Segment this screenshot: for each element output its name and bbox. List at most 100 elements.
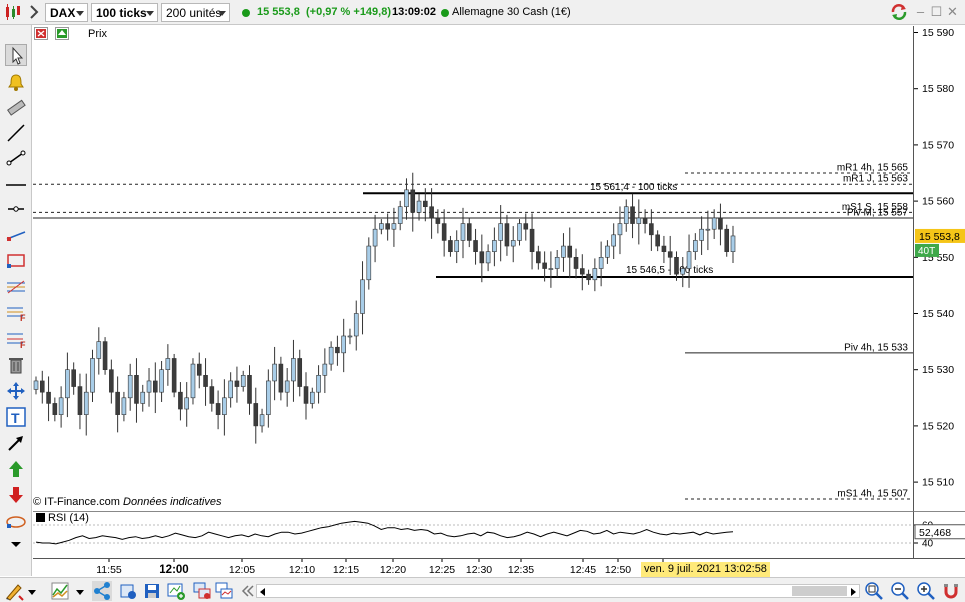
candle-down[interactable] <box>247 375 252 404</box>
candle-down[interactable] <box>542 262 547 269</box>
candle-down[interactable] <box>209 386 215 404</box>
candle-down[interactable] <box>479 251 485 264</box>
candle-down[interactable] <box>115 391 120 415</box>
candle-up[interactable] <box>165 358 171 370</box>
horizontal-line-icon[interactable] <box>5 174 27 196</box>
candle-up[interactable] <box>83 391 89 415</box>
candle-up[interactable] <box>379 223 384 230</box>
layout-windows-icon[interactable] <box>192 581 212 601</box>
maximize-icon[interactable]: ☐ <box>930 5 943 18</box>
scroll-back-icon[interactable] <box>238 581 258 601</box>
candle-down[interactable] <box>536 251 541 264</box>
candle-down[interactable] <box>573 257 579 269</box>
candle-up[interactable] <box>360 279 365 314</box>
candle-up[interactable] <box>623 206 629 224</box>
candle-down[interactable] <box>134 375 139 404</box>
candle-up[interactable] <box>184 397 190 410</box>
rsi-legend[interactable]: RSI (14) <box>36 512 89 524</box>
rsi-line[interactable] <box>35 520 734 545</box>
candle-down[interactable] <box>529 228 535 252</box>
candle-up[interactable] <box>492 240 497 252</box>
chart-type-icon[interactable] <box>4 3 22 21</box>
channel-tool-icon[interactable] <box>5 224 27 246</box>
candle-up[interactable] <box>730 235 736 252</box>
candle-down[interactable] <box>523 223 529 230</box>
candle-down[interactable] <box>215 403 221 415</box>
candle-up[interactable] <box>240 375 246 387</box>
units-select[interactable]: 200 unités <box>161 3 230 22</box>
candle-down[interactable] <box>52 403 58 415</box>
candle-down[interactable] <box>724 228 730 252</box>
candle-up[interactable] <box>699 228 704 241</box>
candle-up[interactable] <box>711 217 717 230</box>
magnet-icon[interactable] <box>941 581 961 601</box>
close-icon[interactable]: ✕ <box>946 5 959 18</box>
candle-down[interactable] <box>196 363 202 376</box>
alert-bell-icon[interactable] <box>5 71 27 93</box>
candle-down[interactable] <box>203 375 208 387</box>
candle-up[interactable] <box>416 200 422 213</box>
candle-down[interactable] <box>410 189 416 213</box>
candle-up[interactable] <box>605 245 610 258</box>
candle-up[interactable] <box>498 223 503 241</box>
candle-down[interactable] <box>335 346 340 354</box>
candle-up[interactable] <box>485 251 491 264</box>
candle-down[interactable] <box>171 358 177 393</box>
horizontal-segment-icon[interactable] <box>5 198 27 220</box>
time-axis[interactable]: 11:55 12:00 12:05 12:10 12:15 12:20 12:25 12:30… <box>33 558 965 576</box>
scroll-right-icon[interactable] <box>851 588 856 596</box>
candle-up[interactable] <box>680 268 686 275</box>
candle-up[interactable] <box>328 346 334 365</box>
price-axis[interactable]: 15 590 15 580 15 570 15 560 15 550 15 540 15 5… <box>913 26 965 511</box>
fibonacci-extension-icon[interactable]: F <box>5 328 27 350</box>
indicator-menu-icon[interactable] <box>55 27 69 40</box>
candle-up[interactable] <box>58 397 64 415</box>
share-icon[interactable] <box>92 581 112 601</box>
candle-down[interactable] <box>649 223 654 236</box>
candle-up[interactable] <box>705 228 711 231</box>
candle-down[interactable] <box>153 380 158 393</box>
candle-up[interactable] <box>397 206 403 224</box>
candle-up[interactable] <box>353 313 359 337</box>
toolbox-scroll-down-icon[interactable] <box>5 533 27 555</box>
pointer-tool-icon[interactable] <box>5 44 27 66</box>
refresh-icon[interactable] <box>890 3 908 21</box>
indicator-menu-caret-icon[interactable] <box>74 581 86 601</box>
candle-up[interactable] <box>65 369 70 399</box>
candle-up[interactable] <box>228 380 233 399</box>
candle-up[interactable] <box>372 228 378 247</box>
candle-down[interactable] <box>46 391 51 404</box>
candle-up[interactable] <box>366 245 372 281</box>
candle-down[interactable] <box>441 223 447 241</box>
candle-down[interactable] <box>429 206 434 219</box>
candle-down[interactable] <box>39 380 45 393</box>
candle-up[interactable] <box>554 257 560 269</box>
candle-up[interactable] <box>517 223 522 241</box>
candle-down[interactable] <box>579 268 585 275</box>
candle-up[interactable] <box>127 375 133 399</box>
candle-up[interactable] <box>404 189 409 208</box>
text-tool-icon[interactable]: T <box>5 406 27 428</box>
candle-down[interactable] <box>423 200 428 208</box>
chart-menu-chevron-icon[interactable] <box>26 3 44 21</box>
candle-down[interactable] <box>473 240 478 252</box>
candle-down[interactable] <box>109 369 114 393</box>
segment-tool-icon[interactable] <box>5 147 27 169</box>
candle-down[interactable] <box>385 223 390 230</box>
candle-up[interactable] <box>140 391 146 404</box>
candle-up[interactable] <box>347 335 353 338</box>
candle-down[interactable] <box>303 386 309 404</box>
candle-up[interactable] <box>636 217 642 224</box>
candle-down[interactable] <box>448 240 453 252</box>
candle-down[interactable] <box>466 223 472 241</box>
arrow-tool-icon[interactable] <box>5 432 27 454</box>
candle-up[interactable] <box>316 375 321 393</box>
templates-icon[interactable] <box>118 581 138 601</box>
add-indicator-icon[interactable] <box>166 581 186 601</box>
candle-up[interactable] <box>146 380 152 393</box>
trash-icon[interactable] <box>5 354 27 376</box>
candle-up[interactable] <box>259 414 265 427</box>
minimize-icon[interactable]: – <box>914 5 927 18</box>
price-chart-panel[interactable]: mR1 4h, 15 565 mR1 J, 15 563 mS1 S, 15 558… <box>33 26 913 511</box>
candle-up[interactable] <box>284 380 290 393</box>
